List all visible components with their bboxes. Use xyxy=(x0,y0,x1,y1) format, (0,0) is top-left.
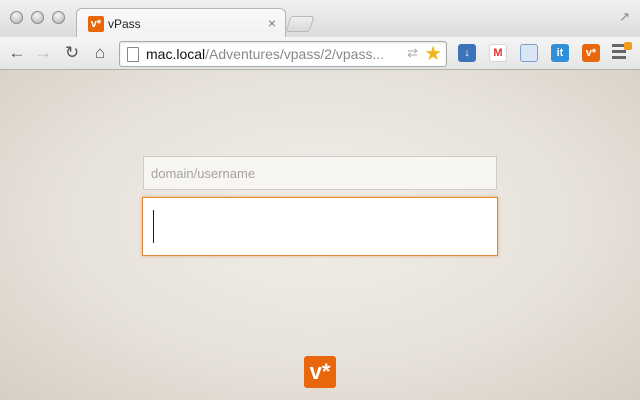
menu-icon[interactable] xyxy=(612,42,632,62)
url-path: /Adventures/vpass/2/vpass... xyxy=(205,46,385,62)
zoom-window-button[interactable] xyxy=(52,11,65,24)
sync-icon[interactable]: ⇄ xyxy=(407,45,418,61)
fullscreen-icon[interactable]: ↗ xyxy=(619,9,630,25)
back-button[interactable]: ← xyxy=(6,42,28,64)
username-input[interactable] xyxy=(143,156,497,190)
instapaper-extension-icon[interactable]: it xyxy=(551,44,569,62)
gmail-extension-icon[interactable]: M xyxy=(489,44,507,62)
close-window-button[interactable] xyxy=(10,11,23,24)
address-bar[interactable]: mac.local/Adventures/vpass/2/vpass... ⇄ … xyxy=(119,41,447,67)
vpass-logo: v* xyxy=(304,356,336,388)
reload-button[interactable]: ↻ xyxy=(61,42,83,64)
browser-tab[interactable]: v* vPass × xyxy=(76,8,286,39)
window-extension-icon[interactable] xyxy=(520,44,538,62)
home-button[interactable]: ⌂ xyxy=(89,42,111,64)
url-text[interactable]: mac.local/Adventures/vpass/2/vpass... xyxy=(146,46,384,62)
bookmark-star-icon[interactable]: ★ xyxy=(424,41,442,66)
download-extension-icon[interactable]: ↓ xyxy=(458,44,476,62)
forward-button[interactable]: → xyxy=(32,42,54,64)
minimize-window-button[interactable] xyxy=(31,11,44,24)
new-tab-button[interactable] xyxy=(285,16,315,32)
page-icon xyxy=(127,47,139,62)
text-cursor xyxy=(153,210,154,243)
title-bar: v* vPass × ↗ xyxy=(0,0,640,39)
tab-close-icon[interactable]: × xyxy=(268,15,276,31)
tab-title: vPass xyxy=(108,17,141,31)
page-content: v* xyxy=(0,70,640,400)
vpass-favicon-icon: v* xyxy=(88,16,104,32)
vpass-extension-icon[interactable]: v* xyxy=(582,44,600,62)
url-host: mac.local xyxy=(146,46,206,62)
password-input[interactable] xyxy=(142,197,498,256)
browser-toolbar: ← → ↻ ⌂ mac.local/Adventures/vpass/2/vpa… xyxy=(0,37,640,70)
